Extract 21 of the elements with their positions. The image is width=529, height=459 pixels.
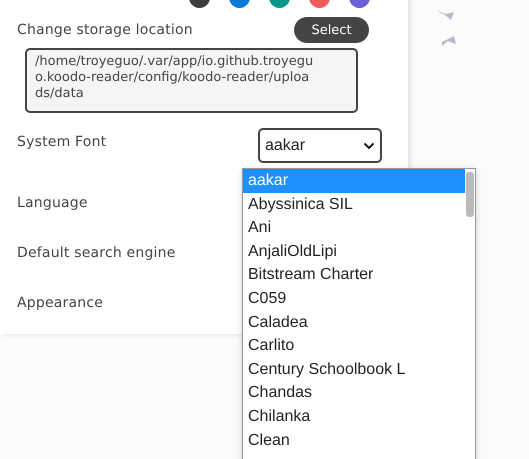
font-option[interactable]: Chandas — [243, 381, 465, 405]
font-option[interactable]: Century Schoolbook L — [243, 358, 465, 382]
setting-label: System Font — [17, 134, 106, 150]
chevron-down-icon — [363, 142, 375, 150]
font-option[interactable]: Clean — [243, 428, 465, 452]
font-select[interactable]: aakar — [258, 128, 382, 163]
select-button[interactable]: Select — [294, 17, 369, 43]
font-option[interactable]: Bitstream Charter — [243, 263, 465, 287]
scrollbar-thumb[interactable] — [466, 172, 474, 217]
storage-path-field: /home/troyeguo/.var/app/io.github.troyeguo.koodo-reader/config/koodo-reader/uploads/data — [25, 48, 358, 113]
font-option[interactable]: C059 — [243, 286, 465, 311]
font-option[interactable]: Chilanka — [243, 404, 465, 429]
font-option[interactable]: Carlito — [243, 334, 465, 358]
setting-label: Language — [17, 195, 88, 211]
setting-label: Appearance — [17, 295, 104, 311]
font-option[interactable]: Ani — [243, 216, 465, 240]
font-option[interactable]: AnjaliOldLipi — [243, 240, 465, 264]
setting-label: Change storage location — [17, 22, 193, 38]
font-option[interactable]: Caladea — [243, 310, 465, 334]
font-option[interactable]: Abyssinica SIL — [243, 192, 465, 216]
setting-label: Default search engine — [17, 245, 176, 261]
